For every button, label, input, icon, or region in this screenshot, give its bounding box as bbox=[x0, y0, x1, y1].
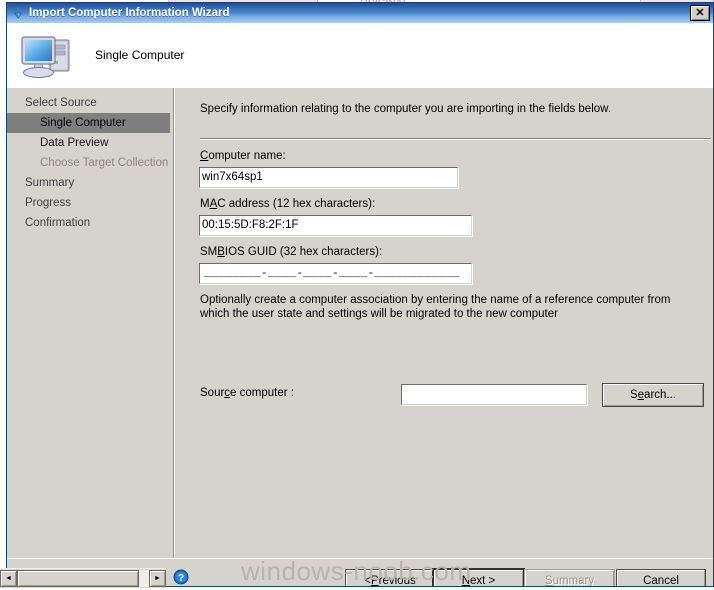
label-text: IOS GUID (32 hex characters): bbox=[224, 246, 383, 258]
dialog-body: Select Source Single Computer Data Previ… bbox=[7, 88, 713, 558]
wizard-main-panel: Specify information relating to the comp… bbox=[174, 88, 713, 558]
import-computer-information-wizard-dialog: Import Computer Information Wizard ✕ Sin bbox=[6, 2, 714, 587]
sidebar-item-select-source[interactable]: Select Source bbox=[7, 93, 173, 113]
sidebar-item-single-computer[interactable]: Single Computer bbox=[7, 113, 170, 133]
scroll-right-arrow-icon[interactable]: ► bbox=[149, 570, 166, 587]
smbios-guid-input[interactable]: ________-____-____-____-____________ bbox=[199, 263, 472, 284]
computer-name-label: Computer name: bbox=[200, 150, 286, 162]
sidebar-item-label: Confirmation bbox=[25, 217, 91, 229]
label-text: ext > bbox=[470, 575, 496, 587]
page-title: Single Computer bbox=[95, 48, 185, 62]
sidebar-item-label: Progress bbox=[25, 197, 72, 209]
svg-text:?: ? bbox=[178, 573, 184, 584]
sidebar-item-progress[interactable]: Progress bbox=[7, 193, 173, 213]
section-divider bbox=[200, 138, 711, 140]
source-computer-label: Source computer : bbox=[200, 387, 294, 399]
label-text: SM bbox=[200, 246, 218, 258]
label-text: C address (12 hex characters): bbox=[217, 198, 376, 210]
accelerator-char: N bbox=[461, 575, 471, 587]
smbios-guid-mask: ________-____-____-____-____________ bbox=[204, 267, 460, 280]
close-icon[interactable]: ✕ bbox=[690, 5, 710, 21]
computer-icon bbox=[21, 35, 70, 78]
previous-button[interactable]: < Previous bbox=[345, 569, 435, 587]
label-text: arch... bbox=[644, 389, 677, 401]
accelerator-char: P bbox=[370, 575, 379, 587]
label-text: S bbox=[629, 389, 638, 401]
search-button[interactable]: Se arch... bbox=[602, 383, 704, 407]
association-description: Optionally create a computer association… bbox=[200, 294, 671, 320]
smbios-guid-label: SMBIOS GUID (32 hex characters): bbox=[200, 246, 382, 258]
scroll-left-arrow-icon[interactable]: ◄ bbox=[0, 570, 17, 587]
summary-button: Summary bbox=[524, 569, 615, 587]
sidebar-item-data-preview[interactable]: Data Preview bbox=[7, 133, 173, 153]
label-text: Sour bbox=[200, 387, 225, 399]
label-text: Cancel bbox=[643, 575, 679, 587]
import-arrow-icon bbox=[13, 6, 23, 19]
horizontal-scrollbar[interactable]: ◄ ► bbox=[0, 568, 166, 588]
label-text: < bbox=[364, 575, 371, 587]
instruction-text: Specify information relating to the comp… bbox=[200, 103, 612, 115]
accelerator-char: S bbox=[544, 575, 553, 587]
scrollbar-thumb[interactable] bbox=[17, 570, 139, 587]
next-button[interactable]: Next > bbox=[432, 568, 525, 587]
sidebar-item-label: Summary bbox=[25, 177, 75, 189]
mac-address-input[interactable]: 00:15:5D:F8:2F:1F bbox=[199, 215, 472, 236]
label-text: revious bbox=[378, 575, 416, 587]
label-text: M bbox=[200, 198, 210, 210]
sidebar-item-label: Select Source bbox=[25, 97, 97, 109]
sidebar-item-confirmation[interactable]: Confirmation bbox=[7, 213, 173, 233]
wizard-header: Single Computer bbox=[7, 23, 713, 88]
scrollbar-track[interactable] bbox=[17, 570, 149, 587]
mac-address-label: MAC address (12 hex characters): bbox=[200, 198, 375, 210]
window-title: Import Computer Information Wizard bbox=[29, 7, 230, 19]
accelerator-char: B bbox=[217, 246, 225, 258]
computer-name-input[interactable]: win7x64sp1 bbox=[199, 167, 458, 188]
source-computer-input[interactable] bbox=[401, 384, 587, 405]
sidebar-item-summary[interactable]: Summary bbox=[7, 173, 173, 193]
wizard-step-navigation: Select Source Single Computer Data Previ… bbox=[7, 88, 174, 558]
label-text: e computer : bbox=[230, 387, 294, 399]
label-text: omputer name: bbox=[208, 150, 286, 162]
sidebar-item-label: Data Preview bbox=[40, 137, 109, 149]
sidebar-item-choose-target-collection[interactable]: Choose Target Collection bbox=[7, 153, 173, 173]
help-question-icon[interactable]: ? bbox=[173, 569, 189, 585]
sidebar-item-label: Single Computer bbox=[40, 117, 126, 129]
cancel-button[interactable]: Cancel bbox=[616, 569, 706, 587]
title-bar: Import Computer Information Wizard ✕ bbox=[7, 3, 713, 23]
label-text: ummary bbox=[552, 575, 595, 587]
sidebar-item-label: Choose Target Collection bbox=[40, 157, 169, 169]
